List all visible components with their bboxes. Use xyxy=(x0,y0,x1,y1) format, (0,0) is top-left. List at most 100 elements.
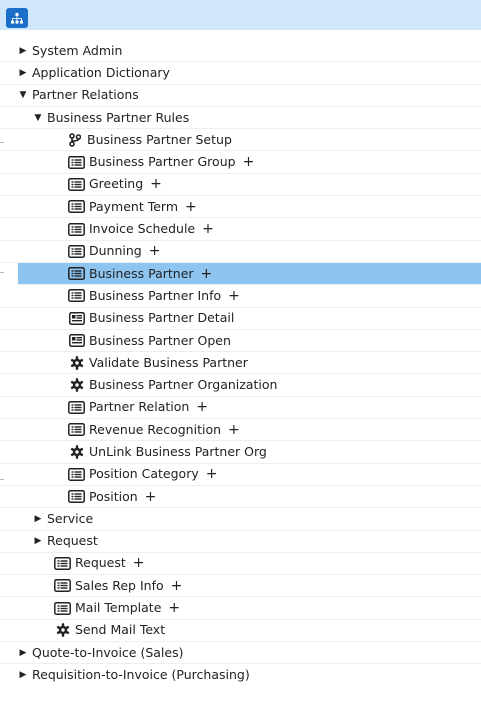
window-icon xyxy=(54,579,71,593)
tree-node-business-partner-rules[interactable]: ▼ Business Partner Rules xyxy=(0,107,481,130)
item-label: Invoice Schedule xyxy=(89,221,196,237)
window-icon xyxy=(68,244,85,258)
item-label: Mail Template xyxy=(75,600,162,616)
menu-item-request[interactable]: Request + xyxy=(0,552,481,576)
gear-icon xyxy=(54,623,71,638)
node-label: System Admin xyxy=(32,42,123,58)
item-label: Business Partner Detail xyxy=(89,310,235,326)
menu-item-position[interactable]: Position + xyxy=(0,486,481,509)
item-label: Position xyxy=(89,488,138,504)
window-icon xyxy=(68,423,85,437)
window-icon xyxy=(68,267,85,281)
add-new-plus[interactable]: + xyxy=(150,173,162,195)
gear-icon xyxy=(68,356,85,370)
item-label: Request xyxy=(75,555,126,571)
item-label: Business Partner Info xyxy=(89,287,222,303)
item-label: Sales Rep Info xyxy=(75,577,164,593)
menu-item-send-mail-text[interactable]: Send Mail Text xyxy=(0,620,481,643)
window-icon xyxy=(54,601,71,615)
menu-item-payment-term[interactable]: Payment Term + xyxy=(0,196,481,219)
caret-right-icon: ▶ xyxy=(19,670,27,681)
sitemap-icon xyxy=(11,12,23,24)
gear-icon xyxy=(68,445,85,459)
item-label: Payment Term xyxy=(89,198,178,214)
item-label: Revenue Recognition xyxy=(89,421,222,437)
window-icon xyxy=(68,467,85,481)
menu-item-business-partner-setup[interactable]: Business Partner Setup xyxy=(0,129,481,152)
menu-item-mail-template[interactable]: Mail Template + xyxy=(0,597,481,620)
menu-item-business-partner-group[interactable]: Business Partner Group + xyxy=(0,151,481,174)
menu-item-unlink-business-partner-org[interactable]: UnLink Business Partner Org xyxy=(0,441,481,464)
node-label: Partner Relations xyxy=(32,87,139,103)
node-label: Quote-to-Invoice (Sales) xyxy=(32,644,184,660)
item-label: Send Mail Text xyxy=(75,622,166,638)
caret-right-icon: ▶ xyxy=(34,513,42,524)
tree-node-request[interactable]: ▶ Request xyxy=(0,531,481,553)
tree-node-system-admin[interactable]: ▶ System Admin xyxy=(0,40,481,63)
app-menu-button[interactable] xyxy=(6,8,28,28)
tree-node-requisition-to-invoice[interactable]: ▶ Requisition-to-Invoice (Purchasing) xyxy=(0,664,481,686)
item-label: Business Partner Setup xyxy=(87,131,232,147)
item-label: Greeting xyxy=(89,176,144,192)
menu-item-business-partner-organization[interactable]: Business Partner Organization xyxy=(0,374,481,397)
window-icon xyxy=(68,490,85,504)
menu-item-invoice-schedule[interactable]: Invoice Schedule + xyxy=(0,218,481,241)
window-icon xyxy=(68,177,85,191)
item-label: Business Partner Group xyxy=(89,154,236,170)
item-label: Partner Relation xyxy=(89,399,190,415)
window-icon xyxy=(54,556,71,570)
add-new-plus[interactable]: + xyxy=(185,196,197,218)
add-new-plus[interactable]: + xyxy=(206,463,218,485)
window-icon xyxy=(68,200,85,214)
add-new-plus[interactable]: + xyxy=(243,151,255,173)
node-label: Requisition-to-Invoice (Purchasing) xyxy=(32,667,250,683)
menu-item-sales-rep-info[interactable]: Sales Rep Info + xyxy=(0,575,481,598)
item-label: Position Category xyxy=(89,466,199,482)
item-label: UnLink Business Partner Org xyxy=(89,444,267,459)
top-bar xyxy=(0,0,481,30)
item-label: Business Partner Organization xyxy=(89,377,278,393)
caret-down-icon: ▼ xyxy=(34,112,42,123)
caret-right-icon: ▶ xyxy=(19,647,27,658)
add-new-plus[interactable]: + xyxy=(201,263,213,285)
caret-right-icon: ▶ xyxy=(19,67,27,78)
caret-down-icon: ▼ xyxy=(19,90,27,101)
item-label: Business Partner Open xyxy=(89,332,231,348)
menu-item-business-partner-open[interactable]: Business Partner Open xyxy=(0,330,481,353)
window-icon xyxy=(68,289,85,303)
add-new-plus[interactable]: + xyxy=(171,575,183,597)
menu-item-position-category[interactable]: Position Category + xyxy=(0,464,481,486)
menu-item-validate-business-partner[interactable]: Validate Business Partner xyxy=(0,352,481,375)
add-new-plus[interactable]: + xyxy=(145,486,157,508)
menu-item-business-partner[interactable]: Business Partner + xyxy=(18,262,481,286)
add-new-plus[interactable]: + xyxy=(228,419,240,441)
node-label: Request xyxy=(47,533,98,549)
node-label: Service xyxy=(47,510,94,526)
menu-item-greeting[interactable]: Greeting + xyxy=(0,173,481,197)
caret-right-icon: ▶ xyxy=(19,45,27,56)
tree-node-service[interactable]: ▶ Service xyxy=(0,508,481,531)
add-new-plus[interactable]: + xyxy=(168,597,180,619)
menu-tree: ▶ System Admin ▶ Application Dictionary … xyxy=(0,40,481,687)
tree-node-application-dictionary[interactable]: ▶ Application Dictionary xyxy=(0,62,481,85)
add-new-plus[interactable]: + xyxy=(196,396,208,418)
add-new-plus[interactable]: + xyxy=(228,285,240,307)
item-label: Dunning xyxy=(89,243,142,259)
menu-item-business-partner-detail[interactable]: Business Partner Detail xyxy=(0,308,481,330)
report-icon xyxy=(68,334,85,348)
menu-item-business-partner-info[interactable]: Business Partner Info + xyxy=(0,285,481,308)
node-label: Application Dictionary xyxy=(32,64,170,80)
tree-node-partner-relations[interactable]: ▼ Partner Relations xyxy=(0,85,481,107)
tree-node-quote-to-invoice[interactable]: ▶ Quote-to-Invoice (Sales) xyxy=(0,642,481,665)
window-icon xyxy=(68,400,85,414)
add-new-plus[interactable]: + xyxy=(133,552,145,574)
window-icon xyxy=(68,155,85,169)
window-icon xyxy=(68,222,85,236)
add-new-plus[interactable]: + xyxy=(202,218,214,240)
add-new-plus[interactable]: + xyxy=(149,240,161,262)
item-label: Business Partner xyxy=(89,265,194,281)
menu-item-revenue-recognition[interactable]: Revenue Recognition + xyxy=(0,419,481,442)
menu-item-partner-relation[interactable]: Partner Relation + xyxy=(0,396,481,420)
menu-item-dunning[interactable]: Dunning + xyxy=(0,241,481,263)
node-label: Business Partner Rules xyxy=(47,109,190,125)
